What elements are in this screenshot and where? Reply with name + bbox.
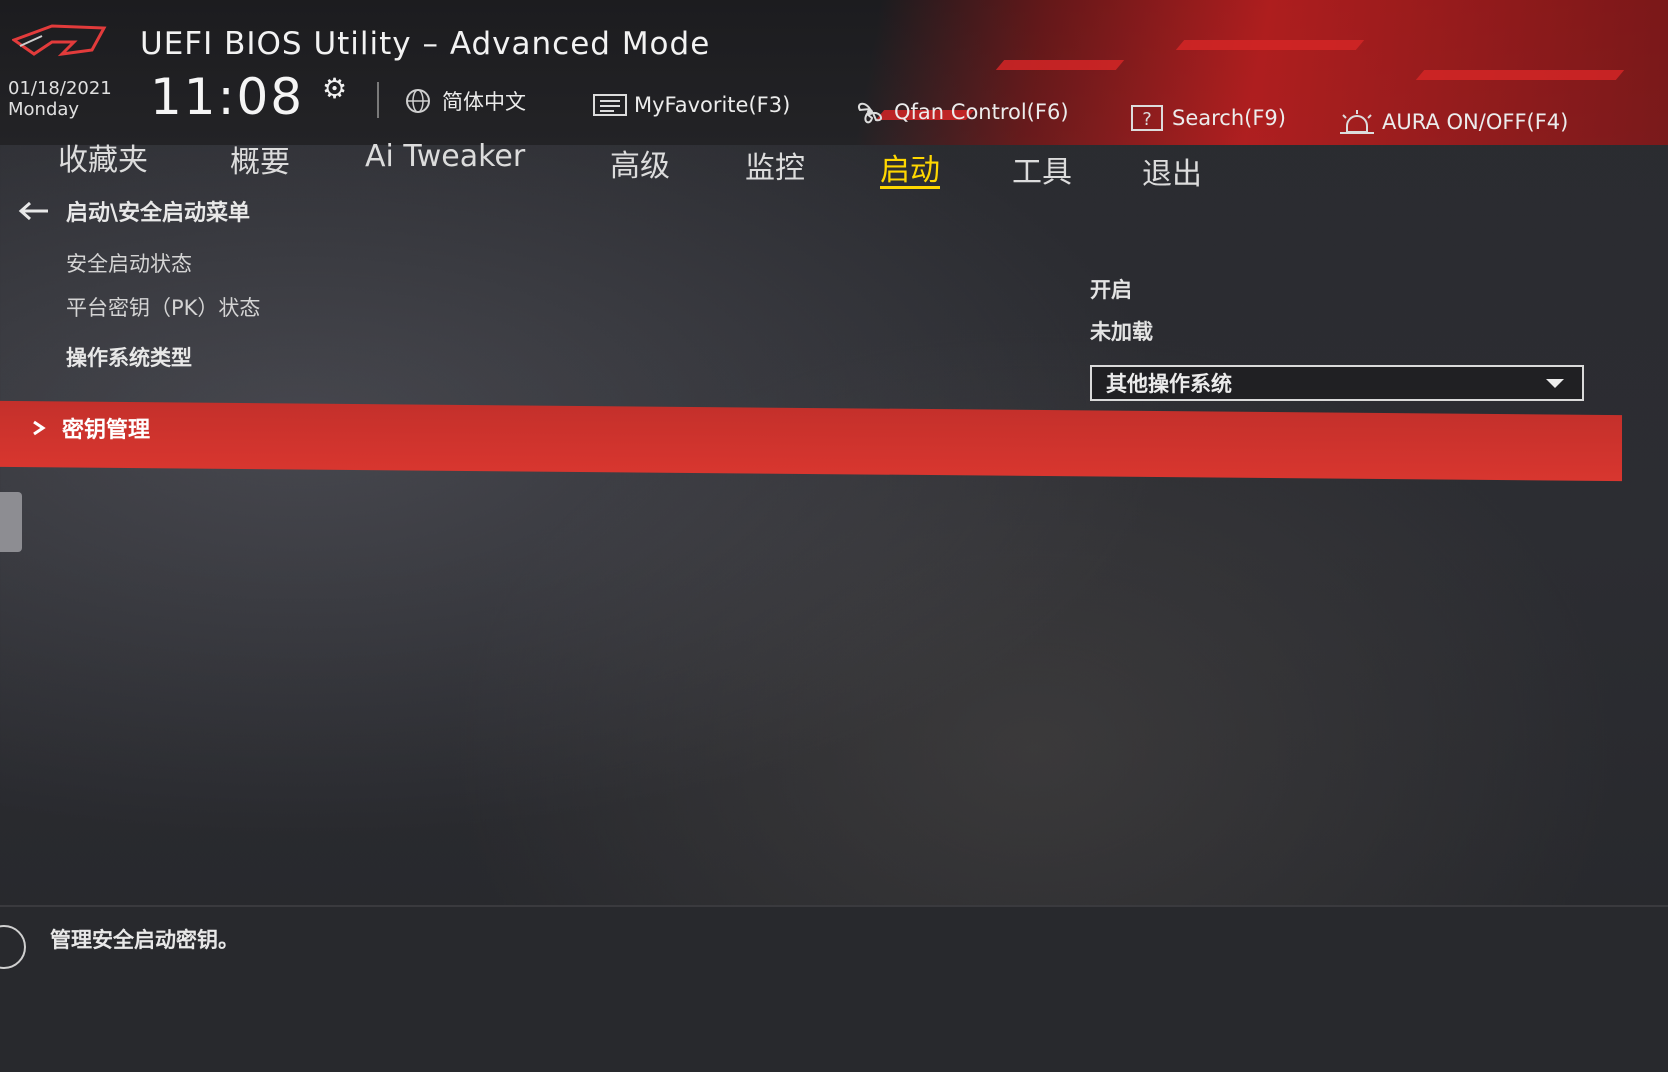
- language-button[interactable]: 简体中文: [400, 86, 526, 116]
- tab-boot[interactable]: 启动: [880, 145, 940, 189]
- breadcrumb: 启动\安全启动菜单: [18, 195, 250, 227]
- globe-icon: [406, 89, 430, 113]
- tab-ai-tweaker[interactable]: Ai Tweaker: [365, 139, 525, 174]
- breadcrumb-path: 启动\安全启动菜单: [66, 201, 251, 226]
- decor-stripe: [1415, 70, 1625, 80]
- secure-boot-state-label: 安全启动状态: [66, 252, 192, 276]
- main-tabs: 收藏夹 概要 Ai Tweaker 高级 监控 启动 工具 退出: [0, 135, 1668, 195]
- secure-boot-state-value: 开启: [1090, 278, 1132, 302]
- os-type-select[interactable]: 其他操作系统: [1090, 365, 1584, 401]
- key-management-label: 密钥管理: [62, 418, 151, 443]
- back-arrow-icon[interactable]: [18, 201, 50, 221]
- chevron-right-icon: [33, 420, 46, 436]
- list-icon: [593, 94, 627, 116]
- search-button[interactable]: ? Search(F9): [1130, 104, 1286, 132]
- myfavorite-label: MyFavorite(F3): [634, 93, 791, 117]
- search-label: Search(F9): [1172, 106, 1286, 130]
- qfan-label: Qfan Control(F6): [894, 100, 1069, 124]
- aura-label: AURA ON/OFF(F4): [1382, 110, 1569, 134]
- date-text: 01/18/2021: [8, 78, 112, 99]
- help-search-icon: ?: [1131, 105, 1163, 131]
- chevron-down-icon: [1546, 379, 1564, 388]
- selected-row-highlight[interactable]: [0, 400, 1622, 482]
- fan-icon: [858, 102, 882, 124]
- tab-monitor[interactable]: 监控: [745, 143, 805, 187]
- weekday-text: Monday: [8, 99, 80, 120]
- scrollbar-handle[interactable]: [0, 492, 22, 552]
- os-type-label: 操作系统类型: [66, 346, 192, 370]
- pk-state-value: 未加载: [1090, 320, 1153, 344]
- rog-logo-icon: [12, 24, 107, 57]
- header-divider: [377, 82, 379, 118]
- language-label: 简体中文: [442, 90, 526, 114]
- tab-tool[interactable]: 工具: [1012, 147, 1072, 191]
- svg-text:?: ?: [1142, 109, 1152, 130]
- aura-toggle-button[interactable]: AURA ON/OFF(F4): [1338, 108, 1568, 136]
- gear-icon[interactable]: ⚙: [322, 72, 347, 105]
- clock-display: 11:08: [150, 68, 305, 126]
- tab-overview[interactable]: 概要: [230, 137, 290, 181]
- qfan-control-button[interactable]: Qfan Control(F6): [852, 98, 1069, 126]
- decor-stripe: [995, 60, 1125, 70]
- decor-stripe: [1175, 40, 1365, 50]
- aura-light-icon: [1340, 110, 1374, 134]
- pk-state-label: 平台密钥（PK）状态: [66, 296, 261, 320]
- myfavorite-button[interactable]: MyFavorite(F3): [592, 92, 790, 118]
- date-display: 01/18/2021 Monday: [8, 78, 112, 120]
- help-text: 管理安全启动密钥。: [50, 928, 239, 952]
- os-type-selected: 其他操作系统: [1106, 372, 1232, 396]
- key-management-item[interactable]: 密钥管理: [30, 412, 150, 444]
- tab-advanced[interactable]: 高级: [610, 141, 670, 185]
- app-title: UEFI BIOS Utility – Advanced Mode: [140, 26, 711, 62]
- tab-favorites[interactable]: 收藏夹: [58, 135, 148, 179]
- help-panel: [0, 905, 1668, 1072]
- tab-exit[interactable]: 退出: [1142, 149, 1202, 193]
